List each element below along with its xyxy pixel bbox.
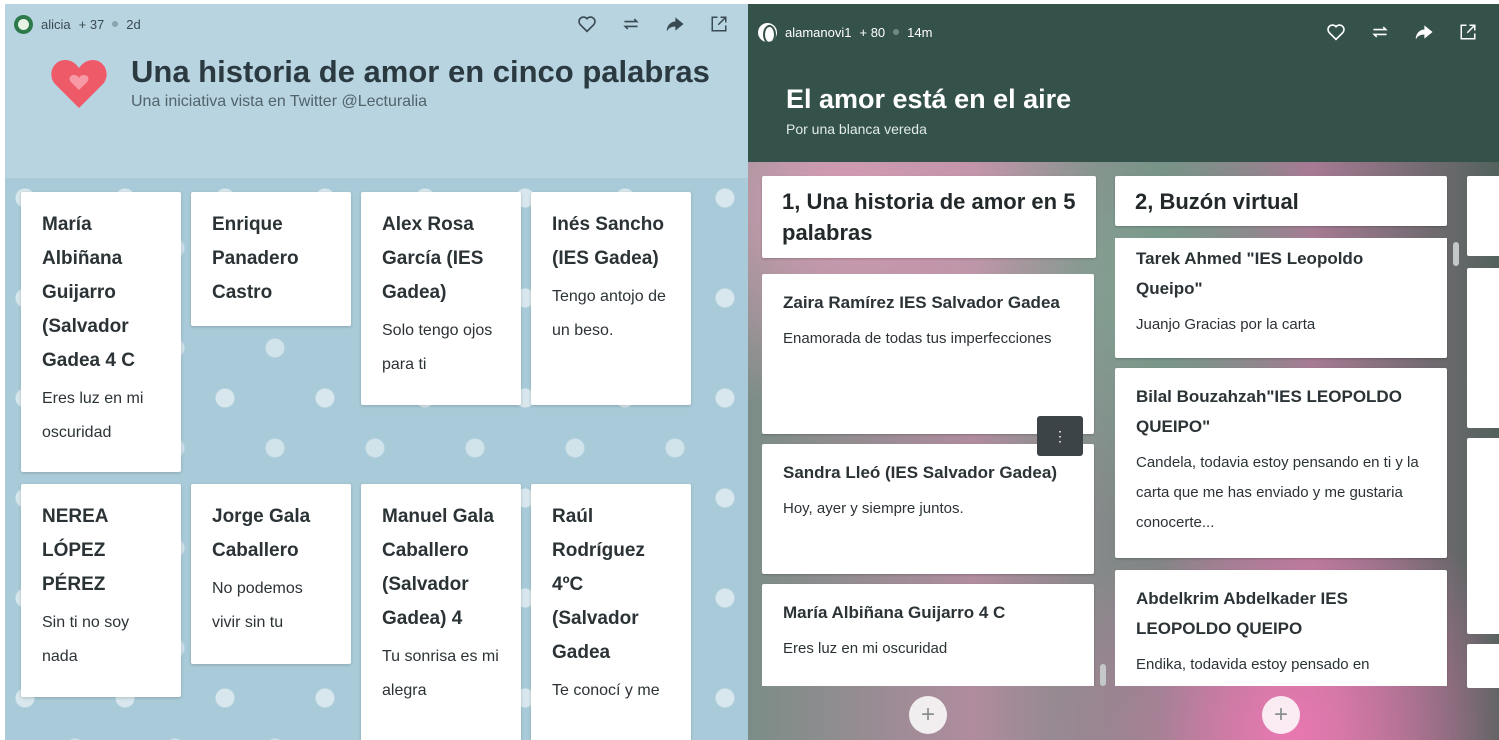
column-heading-partial[interactable] <box>1467 176 1499 256</box>
column-heading[interactable]: 1, Una historia de amor en 5 palabras <box>762 176 1096 258</box>
post-body: Endika, todavida estoy pensado en <box>1136 656 1370 673</box>
heart-icon <box>49 56 109 112</box>
add-post-button[interactable]: + <box>909 696 947 734</box>
note-title: Raúl Rodríguez 4ºC (Salvador Gadea <box>552 506 645 663</box>
note-body: Tu sonrisa es mi alegra <box>382 648 499 699</box>
author-name[interactable]: alicia <box>41 17 71 32</box>
avatar[interactable] <box>758 22 777 42</box>
note-title: María Albiñana Guijarro (Salvador Gadea … <box>42 214 135 371</box>
note-body: No podemos vivir sin tu <box>212 580 303 631</box>
note-body: Te conocí y me <box>552 682 660 699</box>
left-actions <box>554 4 730 44</box>
post-title: María Albiñana Guijarro 4 C <box>783 603 1006 622</box>
heart-outline-icon[interactable] <box>576 13 598 35</box>
post-card[interactable]: Abdelkrim Abdelkader IES LEOPOLDO QUEIPO… <box>1115 570 1447 686</box>
post-title: Tarek Ahmed "IES Leopoldo Queipo" <box>1136 249 1364 298</box>
score: + 37 <box>78 16 105 32</box>
repost-icon[interactable] <box>620 13 642 35</box>
post-body: Eres luz en mi oscuridad <box>783 640 948 657</box>
note-card[interactable]: Jorge Gala Caballero No podemos vivir si… <box>191 484 351 664</box>
post-card-partial[interactable] <box>1467 438 1499 634</box>
note-card[interactable]: Manuel Gala Caballero (Salvador Gadea) 4… <box>361 484 521 740</box>
share-arrow-icon[interactable] <box>664 13 686 35</box>
post-card[interactable]: Zaira Ramírez IES Salvador Gadea Enamora… <box>762 274 1094 434</box>
note-card[interactable]: Inés Sancho (IES Gadea) Tengo antojo de … <box>531 192 691 405</box>
column-list[interactable]: Tarek Ahmed "IES Leopoldo Queipo" Juanjo… <box>1115 238 1461 686</box>
post-card[interactable]: Sandra Lleó (IES Salvador Gadea) Hoy, ay… <box>762 444 1094 574</box>
right-actions <box>1303 4 1479 60</box>
separator-dot <box>893 29 900 35</box>
scrollbar-thumb[interactable] <box>1100 664 1106 686</box>
post-body: Hoy, ayer y siempre juntos. <box>783 500 964 517</box>
note-card[interactable]: María Albiñana Guijarro (Salvador Gadea … <box>21 192 181 472</box>
note-title: Alex Rosa García (IES Gadea) <box>382 214 484 303</box>
timestamp: 14m <box>907 24 933 40</box>
page-title: Una historia de amor en cinco palabras <box>131 54 710 89</box>
column-heading[interactable]: 2, Buzón virtual <box>1115 176 1447 226</box>
post-title: Abdelkrim Abdelkader IES LEOPOLDO QUEIPO <box>1136 589 1348 638</box>
note-body: Tengo antojo de un beso. <box>552 288 666 339</box>
post-title: Zaira Ramírez IES Salvador Gadea <box>783 293 1060 312</box>
note-title: Inés Sancho (IES Gadea) <box>552 214 664 269</box>
note-card[interactable]: NEREA LÓPEZ PÉREZ Sin ti no soy nada <box>21 484 181 697</box>
post-body: Enamorada de todas tus imperfecciones <box>783 330 1052 347</box>
note-card[interactable]: Alex Rosa García (IES Gadea) Solo tengo … <box>361 192 521 405</box>
note-body: Sin ti no soy nada <box>42 614 130 665</box>
page-title: El amor está en el aire <box>786 84 1072 114</box>
open-external-icon[interactable] <box>1457 21 1479 43</box>
page-subtitle: Por una blanca vereda <box>786 121 927 137</box>
column-list[interactable]: Zaira Ramírez IES Salvador Gadea Enamora… <box>762 274 1108 686</box>
post-card[interactable]: Tarek Ahmed "IES Leopoldo Queipo" Juanjo… <box>1115 238 1447 358</box>
note-title: Manuel Gala Caballero (Salvador Gadea) 4 <box>382 506 494 629</box>
note-card[interactable]: Enrique Panadero Castro <box>191 192 351 326</box>
repost-icon[interactable] <box>1369 21 1391 43</box>
post-card-partial[interactable] <box>1467 268 1499 428</box>
more-options-button[interactable]: ⋮ <box>1037 416 1083 456</box>
heart-outline-icon[interactable] <box>1325 21 1347 43</box>
add-post-button[interactable]: + <box>1262 696 1300 734</box>
padlet-right-board: alamanovi1 + 80 14m El amor está en el a… <box>748 4 1499 740</box>
post-body: Candela, todavia estoy pensando en ti y … <box>1136 454 1419 531</box>
note-title: Jorge Gala Caballero <box>212 506 311 561</box>
note-body: Eres luz en mi oscuridad <box>42 390 144 441</box>
timestamp: 2d <box>126 16 141 32</box>
note-title: Enrique Panadero Castro <box>212 214 299 303</box>
score: + 80 <box>859 24 886 40</box>
scrollbar-thumb[interactable] <box>1453 242 1459 266</box>
post-title: Bilal Bouzahzah"IES LEOPOLDO QUEIPO" <box>1136 387 1402 436</box>
avatar[interactable] <box>14 14 33 34</box>
note-title: NEREA LÓPEZ PÉREZ <box>42 506 108 595</box>
post-body: Juanjo Gracias por la carta <box>1136 316 1316 333</box>
padlet-left-board: alicia + 37 2d Una historia de amor en c… <box>5 4 748 740</box>
post-card[interactable]: Bilal Bouzahzah"IES LEOPOLDO QUEIPO" Can… <box>1115 368 1447 558</box>
post-card[interactable]: María Albiñana Guijarro 4 C Eres luz en … <box>762 584 1094 686</box>
note-card[interactable]: Raúl Rodríguez 4ºC (Salvador Gadea Te co… <box>531 484 691 740</box>
page-subtitle: Una iniciativa vista en Twitter @Lectura… <box>131 93 428 110</box>
post-title: Sandra Lleó (IES Salvador Gadea) <box>783 463 1057 482</box>
share-arrow-icon[interactable] <box>1413 21 1435 43</box>
note-body: Solo tengo ojos para ti <box>382 322 493 373</box>
author-name[interactable]: alamanovi1 <box>785 25 852 40</box>
separator-dot <box>112 21 119 27</box>
post-card-partial[interactable] <box>1467 644 1499 688</box>
open-external-icon[interactable] <box>708 13 730 35</box>
